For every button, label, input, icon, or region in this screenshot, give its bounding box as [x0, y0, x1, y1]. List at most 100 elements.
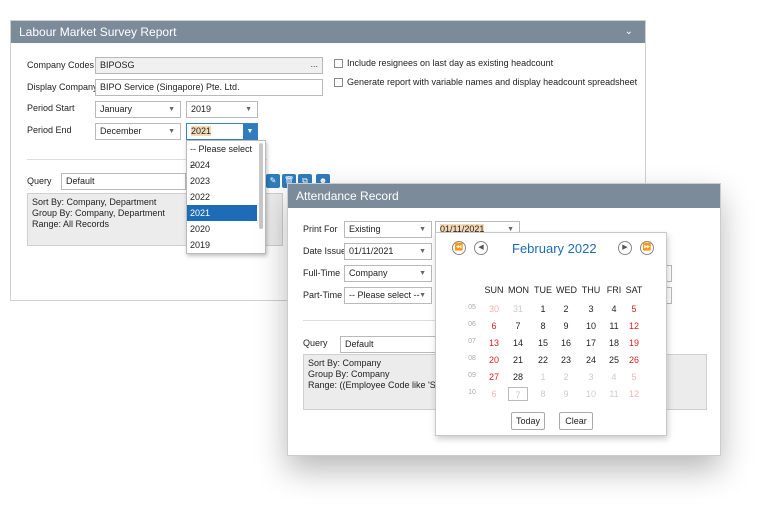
- period-end-month-select[interactable]: December ▼: [95, 123, 181, 140]
- calendar-day[interactable]: 10: [581, 319, 601, 333]
- calendar-day[interactable]: 14: [508, 336, 528, 350]
- calendar-day[interactable]: 25: [604, 353, 624, 367]
- next-month-icon[interactable]: ▶: [618, 241, 632, 255]
- date-issue-label: Date Issue: [303, 246, 347, 256]
- calendar-day[interactable]: 31: [508, 302, 528, 316]
- period-end-year-value: 2021: [191, 126, 212, 136]
- date-picker-calendar: ⏪ ◀ February 2022 ▶ ⏩ SUN MON TUE WED THU FRI…: [435, 232, 667, 436]
- previous-year-icon[interactable]: ⏪: [452, 241, 466, 255]
- calendar-day[interactable]: 1: [533, 302, 553, 316]
- dropdown-option-selected[interactable]: 2021: [187, 205, 257, 221]
- calendar-day[interactable]: 30: [484, 302, 504, 316]
- year-dropdown-list[interactable]: -- Please select -- 2024 2023 2022 2021 …: [186, 140, 266, 254]
- calendar-day[interactable]: 27: [484, 370, 504, 384]
- calendar-day[interactable]: 7: [508, 319, 528, 333]
- full-time-select[interactable]: Company ▼: [344, 265, 432, 282]
- query-field[interactable]: Default: [61, 173, 186, 190]
- calendar-day[interactable]: 3: [581, 302, 601, 316]
- dropdown-option[interactable]: 2019: [187, 237, 257, 253]
- date-issue-input[interactable]: 01/11/2021 ▼: [344, 243, 432, 260]
- calendar-day[interactable]: 24: [581, 353, 601, 367]
- day-of-week-header: THU: [581, 285, 601, 295]
- collapse-chevron-icon[interactable]: ⌄: [625, 21, 633, 43]
- period-start-year-select[interactable]: 2019 ▼: [186, 101, 258, 118]
- calendar-day[interactable]: 6: [484, 319, 504, 333]
- week-number: 07: [468, 338, 476, 345]
- calendar-day[interactable]: 26: [624, 353, 644, 367]
- display-company-field[interactable]: BIPO Service (Singapore) Pte. Ltd.: [95, 79, 323, 96]
- lookup-icon[interactable]: ...: [310, 58, 318, 72]
- calendar-day[interactable]: 28: [508, 370, 528, 384]
- period-end-year-select[interactable]: 2021 ▼: [186, 123, 258, 140]
- period-end-month-value: December: [100, 126, 142, 136]
- period-start-label: Period Start: [27, 103, 75, 113]
- calendar-day[interactable]: 11: [604, 387, 624, 401]
- chevron-down-icon: ▼: [419, 292, 426, 299]
- calendar-month-title: February 2022: [512, 241, 597, 256]
- calendar-day[interactable]: 3: [581, 370, 601, 384]
- chevron-down-icon: ▼: [419, 270, 426, 277]
- calendar-day[interactable]: 15: [533, 336, 553, 350]
- calendar-day[interactable]: 11: [604, 319, 624, 333]
- display-company-label: Display Company: [27, 82, 98, 92]
- today-button[interactable]: Today: [511, 412, 545, 430]
- print-for-value: Existing: [349, 224, 381, 234]
- calendar-day[interactable]: 17: [581, 336, 601, 350]
- display-company-value: BIPO Service (Singapore) Pte. Ltd.: [100, 82, 240, 92]
- print-for-select[interactable]: Existing ▼: [344, 221, 432, 238]
- next-year-icon[interactable]: ⏩: [640, 241, 654, 255]
- dialog-query-label: Query: [303, 338, 328, 348]
- calendar-day[interactable]: 10: [581, 387, 601, 401]
- part-time-select[interactable]: -- Please select -- ▼: [344, 287, 432, 304]
- dropdown-toggle[interactable]: ▼: [243, 124, 257, 139]
- calendar-day[interactable]: 5: [624, 370, 644, 384]
- calendar-day[interactable]: 16: [556, 336, 576, 350]
- dialog-query-field[interactable]: Default: [340, 336, 438, 353]
- calendar-day[interactable]: 6: [484, 387, 504, 401]
- generate-variable-checkbox[interactable]: [334, 78, 343, 87]
- edit-query-icon[interactable]: ✎: [266, 174, 280, 188]
- calendar-day[interactable]: 4: [604, 370, 624, 384]
- previous-month-icon[interactable]: ◀: [474, 241, 488, 255]
- period-start-year-value: 2019: [191, 104, 212, 114]
- day-of-week-header: FRI: [606, 285, 622, 295]
- calendar-day[interactable]: 20: [484, 353, 504, 367]
- chevron-down-icon: ▼: [419, 226, 426, 233]
- dropdown-option[interactable]: -- Please select --: [187, 141, 257, 170]
- chevron-down-icon: ▼: [419, 248, 426, 255]
- calendar-day[interactable]: 2: [556, 302, 576, 316]
- week-number: 06: [468, 321, 476, 328]
- dialog-header: Attendance Record: [288, 184, 720, 208]
- calendar-day[interactable]: 7: [508, 387, 528, 401]
- calendar-day[interactable]: 21: [508, 353, 528, 367]
- dropdown-option[interactable]: 2020: [187, 221, 257, 237]
- include-resignees-checkbox[interactable]: [334, 59, 343, 68]
- calendar-day[interactable]: 12: [624, 387, 644, 401]
- calendar-day[interactable]: 19: [624, 336, 644, 350]
- week-number: 05: [468, 304, 476, 311]
- dialog-divider: [303, 320, 437, 321]
- company-codes-field[interactable]: BIPOSG ...: [95, 57, 323, 74]
- calendar-day[interactable]: 8: [533, 319, 553, 333]
- calendar-day[interactable]: 13: [484, 336, 504, 350]
- dropdown-option[interactable]: 2023: [187, 173, 257, 189]
- calendar-day[interactable]: 9: [556, 387, 576, 401]
- period-start-month-select[interactable]: January ▼: [95, 101, 181, 118]
- calendar-day[interactable]: 12: [624, 319, 644, 333]
- calendar-day[interactable]: 2: [556, 370, 576, 384]
- chevron-down-icon: ▼: [168, 106, 175, 113]
- calendar-day[interactable]: 9: [556, 319, 576, 333]
- clear-button[interactable]: Clear: [559, 412, 593, 430]
- dialog-query-value: Default: [345, 339, 374, 349]
- dropdown-scrollbar[interactable]: [259, 143, 263, 229]
- calendar-day[interactable]: 18: [604, 336, 624, 350]
- dropdown-option[interactable]: 2024: [187, 157, 257, 173]
- dropdown-option[interactable]: 2022: [187, 189, 257, 205]
- company-codes-value: BIPOSG: [100, 60, 135, 70]
- calendar-day[interactable]: 23: [556, 353, 576, 367]
- calendar-day[interactable]: 8: [533, 387, 553, 401]
- calendar-day[interactable]: 4: [604, 302, 624, 316]
- calendar-day[interactable]: 22: [533, 353, 553, 367]
- calendar-day[interactable]: 1: [533, 370, 553, 384]
- calendar-day[interactable]: 5: [624, 302, 644, 316]
